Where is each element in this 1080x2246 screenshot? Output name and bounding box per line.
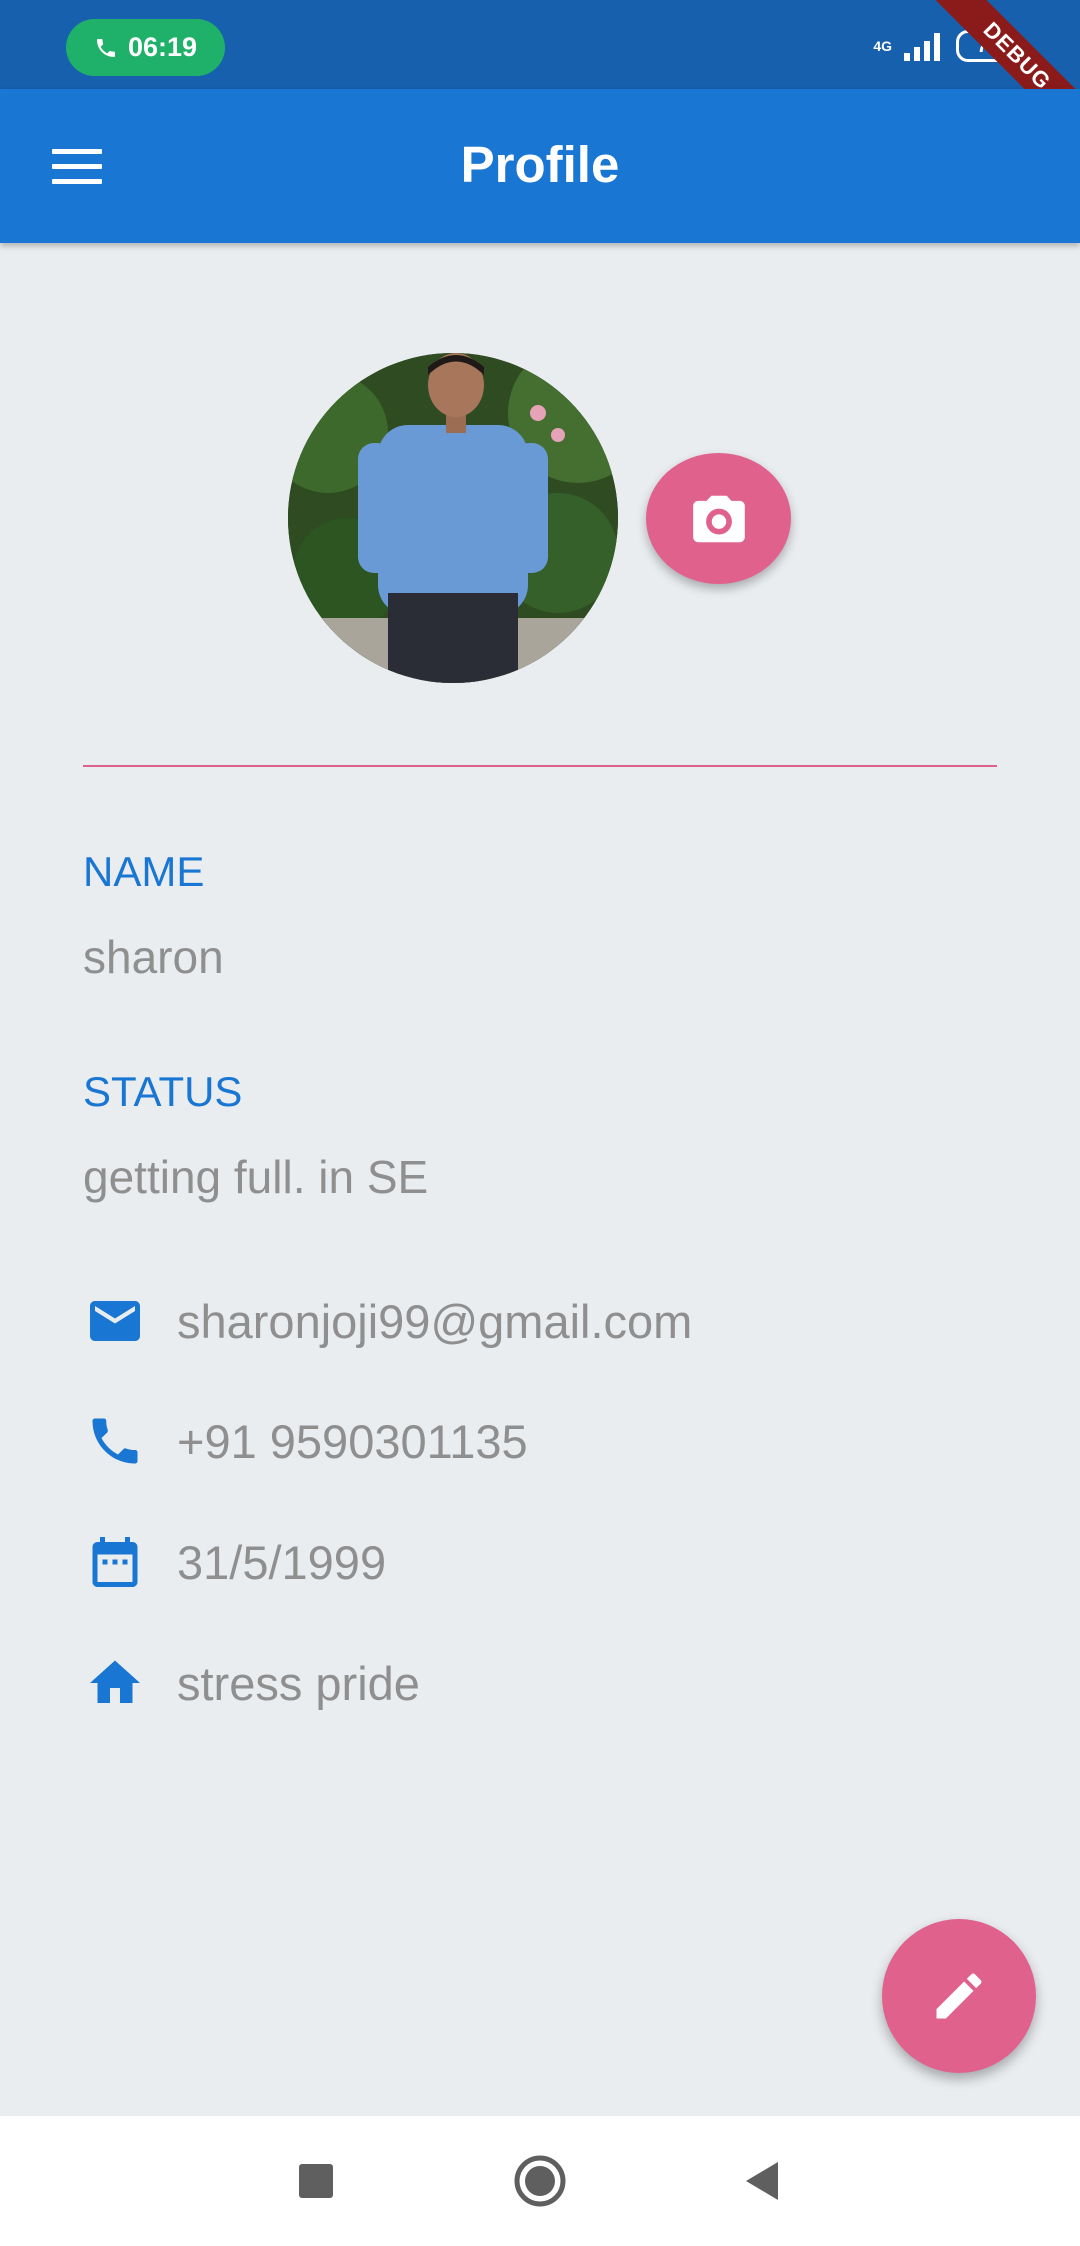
network-type: 4G [873, 38, 892, 54]
camera-icon [692, 495, 745, 542]
status-label: STATUS [83, 1068, 243, 1115]
edit-profile-button[interactable] [882, 1919, 1036, 2073]
phone-row[interactable]: +91 9590301135 [83, 1406, 528, 1476]
home-icon [83, 1651, 147, 1715]
status-value: getting full. in SE [83, 1151, 429, 1203]
back-icon [746, 2162, 778, 2200]
home-circle-icon [514, 2155, 566, 2207]
profile-photo [288, 353, 618, 683]
recents-button[interactable] [256, 2116, 376, 2246]
address-value: stress pride [177, 1656, 420, 1710]
email-icon [83, 1289, 147, 1353]
phone-small-icon [96, 38, 115, 57]
profile-avatar[interactable] [288, 353, 618, 683]
page-title: Profile [460, 136, 620, 193]
email-row[interactable]: sharonjoji99@gmail.com [83, 1286, 692, 1356]
birthday-value: 31/5/1999 [177, 1535, 387, 1589]
name-value: sharon [83, 931, 224, 983]
divider [83, 765, 997, 767]
system-nav-bar [0, 2116, 1080, 2246]
phone-value: +91 9590301135 [177, 1414, 528, 1468]
back-button[interactable] [702, 2116, 822, 2246]
phone-icon [83, 1409, 147, 1473]
app-bar: Profile [0, 89, 1080, 243]
signal-icon [904, 33, 940, 61]
status-bar: 06:19 4G 78 DEBUG [0, 0, 1080, 151]
edit-icon [936, 1973, 982, 2019]
calendar-icon [83, 1530, 147, 1594]
ongoing-call-pill[interactable]: 06:19 [66, 19, 225, 76]
email-value: sharonjoji99@gmail.com [177, 1294, 693, 1348]
name-label: NAME [83, 848, 205, 895]
birthday-row[interactable]: 31/5/1999 [83, 1527, 386, 1597]
call-time: 06:19 [127, 32, 198, 62]
recents-icon [299, 2164, 333, 2198]
home-button[interactable] [480, 2116, 600, 2246]
address-row[interactable]: stress pride [83, 1648, 420, 1718]
change-photo-button[interactable] [646, 453, 791, 584]
